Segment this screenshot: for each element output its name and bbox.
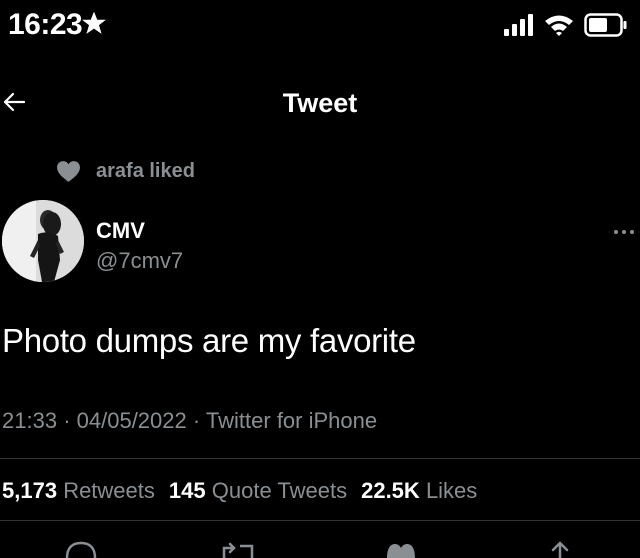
tweet-time: 21:33 [2,408,58,433]
status-time: 16:23 [8,8,83,41]
page-title: Tweet [282,88,358,118]
signal-icon [504,14,533,36]
divider [0,458,640,459]
tweet-text: Photo dumps are my favorite [2,322,416,359]
tweet-stats: 5,173 Retweets 145 Quote Tweets 22.5K Li… [2,478,477,504]
retweets-count: 5,173 [2,478,58,503]
quote-tweets-stat[interactable]: 145 Quote Tweets [169,478,347,504]
more-options-icon[interactable] [612,226,636,238]
retweets-stat[interactable]: 5,173 Retweets [2,478,155,504]
avatar[interactable] [2,200,84,282]
quote-tweets-label: Quote Tweets [211,478,348,503]
status-bar: 16:23 [0,0,640,52]
meta-separator: · [63,408,77,433]
likes-count: 22.5K [361,478,420,503]
like-icon[interactable] [384,540,418,558]
tweet-date: 04/05/2022 [76,408,187,433]
divider [0,520,640,521]
social-context[interactable]: arafa liked [56,160,195,183]
tweet-meta: 21:33 · 04/05/2022 · Twitter for iPhone [2,408,377,434]
meta-separator: · [192,408,206,433]
nav-bar: Tweet [0,78,640,128]
status-icons [504,13,628,37]
reply-icon[interactable] [64,540,98,558]
tweet-source[interactable]: Twitter for iPhone [206,408,377,433]
social-context-text: arafa liked [96,160,195,182]
action-bar [0,540,640,558]
avatar-photo [2,200,84,282]
author-name[interactable]: CMV [96,218,145,244]
wifi-icon [545,15,573,36]
likes-stat[interactable]: 22.5K Likes [361,478,477,504]
likes-label: Likes [425,478,478,503]
quote-tweets-count: 145 [168,478,206,503]
retweet-icon[interactable] [220,540,258,558]
star-icon [82,11,106,34]
retweets-label: Retweets [63,478,155,503]
battery-icon [584,13,627,37]
share-icon[interactable] [546,540,574,558]
heart-icon [57,161,80,182]
author-handle[interactable]: @7cmv7 [96,248,183,274]
